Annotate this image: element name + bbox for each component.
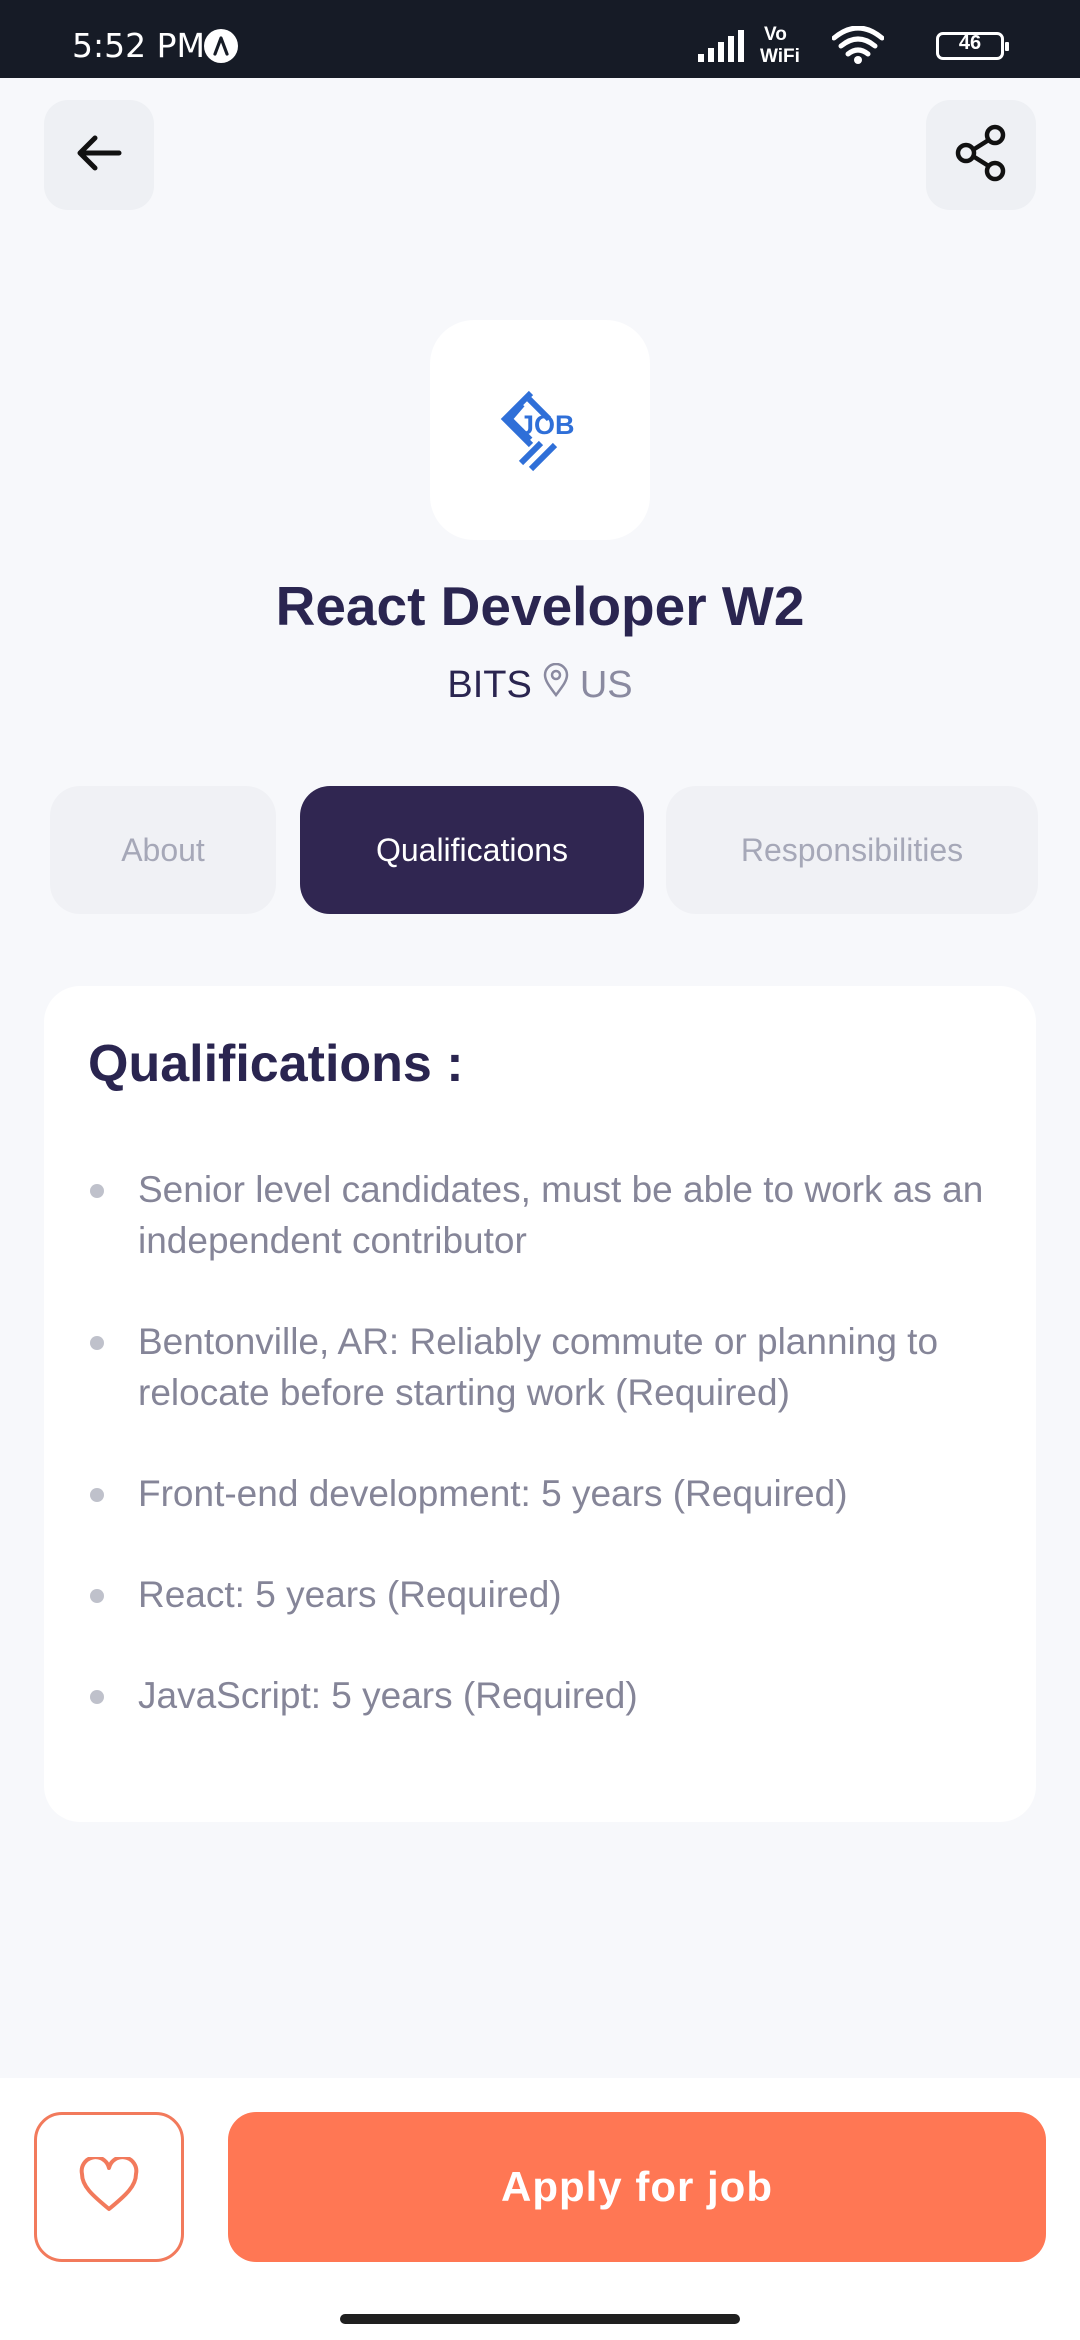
favorite-button[interactable]: [34, 2112, 184, 2262]
apply-button[interactable]: Apply for job: [228, 2112, 1046, 2262]
svg-text:WiFi: WiFi: [760, 46, 800, 66]
arrow-left-icon: [75, 133, 123, 177]
svg-text:Vo: Vo: [764, 24, 787, 45]
bullet-icon: [90, 1336, 104, 1350]
battery-level: 46: [958, 32, 982, 54]
list-item: Front-end development: 5 years (Required…: [88, 1468, 1008, 1519]
bullet-icon: [90, 1589, 104, 1603]
qualifications-card: Qualifications : Senior level candidates…: [44, 986, 1036, 1822]
qualifications-list: Senior level candidates, must be able to…: [88, 1164, 1008, 1771]
job-details-screen: 5:52 PM Vo WiFi 46 JOB React Developer W…: [0, 0, 1080, 2340]
job-title: React Developer W2: [275, 575, 805, 637]
bullet-icon: [90, 1690, 104, 1704]
tab-responsibilities[interactable]: Responsibilities: [666, 786, 1038, 914]
bullet-icon: [90, 1488, 104, 1502]
logo-text: JOB: [519, 410, 575, 440]
share-icon: [954, 124, 1008, 186]
list-item-text: JavaScript: 5 years (Required): [138, 1675, 638, 1716]
list-item-text: React: 5 years (Required): [138, 1574, 562, 1615]
list-item: React: 5 years (Required): [88, 1569, 1008, 1620]
battery-icon: 46: [936, 32, 1009, 60]
tab-about[interactable]: About: [50, 786, 276, 914]
company-name: BITS: [447, 663, 532, 706]
job-logo-icon: JOB: [500, 390, 575, 472]
app-notification-icon: [204, 29, 238, 63]
list-item-text: Bentonville, AR: Reliably commute or pla…: [138, 1321, 939, 1413]
status-time: 5:52 PM: [72, 26, 205, 65]
heart-icon: [78, 2155, 140, 2217]
list-item: Senior level candidates, must be able to…: [88, 1164, 1008, 1266]
wifi-icon: [831, 25, 885, 68]
bullet-icon: [90, 1184, 104, 1198]
status-icons: Vo WiFi 46: [584, 22, 1009, 67]
list-item-text: Front-end development: 5 years (Required…: [138, 1473, 848, 1514]
company-logo: JOB: [430, 320, 650, 540]
share-button[interactable]: [926, 100, 1036, 210]
section-heading: Qualifications :: [88, 1035, 464, 1093]
status-bar: 5:52 PM Vo WiFi 46: [0, 0, 1080, 78]
tab-qualifications[interactable]: Qualifications: [300, 786, 644, 914]
signal-icon: [698, 30, 748, 66]
vowifi-icon: Vo WiFi: [760, 22, 808, 70]
home-indicator[interactable]: [340, 2314, 740, 2324]
location-pin-icon: [542, 662, 570, 707]
list-item: JavaScript: 5 years (Required): [88, 1670, 1008, 1721]
list-item: Bentonville, AR: Reliably commute or pla…: [88, 1316, 1008, 1418]
job-location: US: [579, 663, 633, 706]
list-item-text: Senior level candidates, must be able to…: [138, 1169, 984, 1261]
bottom-action-bar: Apply for job: [0, 2078, 1080, 2340]
back-button[interactable]: [44, 100, 154, 210]
company-location-row: BITS US: [0, 660, 1080, 710]
